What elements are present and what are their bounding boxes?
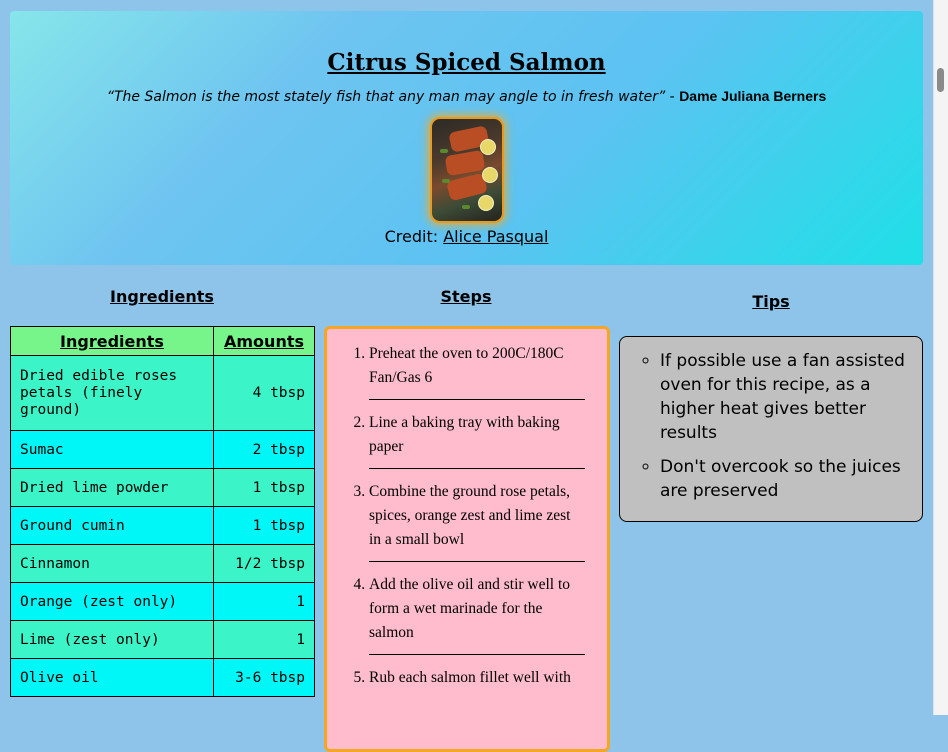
table-row: Dried lime powder 1 tbsp (10, 468, 315, 507)
ingredient-name: Lime (zest only) (10, 620, 214, 659)
ingredient-name: Dried lime powder (10, 468, 214, 507)
step-item: Combine the ground rose petals, spices, … (369, 480, 585, 552)
table-row: Ground cumin 1 tbsp (10, 506, 315, 545)
step-divider (369, 654, 585, 655)
table-row: Sumac 2 tbsp (10, 430, 315, 469)
credit-link[interactable]: Alice Pasqual (443, 227, 548, 246)
ingredient-amount: 1 (213, 582, 315, 621)
step-item: Line a baking tray with baking paper (369, 411, 585, 459)
step-divider (369, 399, 585, 400)
step-item: Add the olive oil and stir well to form … (369, 573, 585, 645)
credit-label: Credit: (384, 227, 444, 246)
tip-item: Don't overcook so the juices are preserv… (660, 455, 908, 503)
ingredient-name: Ground cumin (10, 506, 214, 545)
step-item: Rub each salmon fillet well with (369, 666, 585, 690)
quote-author: Dame Juliana Berners (679, 88, 827, 104)
step-item: Preheat the oven to 200C/180C Fan/Gas 6 (369, 342, 585, 390)
step-divider (369, 561, 585, 562)
recipe-header: Citrus Spiced Salmon “The Salmon is the … (10, 11, 923, 265)
table-row: Orange (zest only) 1 (10, 582, 315, 621)
table-header-row: Ingredients Amounts (10, 326, 315, 356)
salmon-photo (430, 117, 504, 223)
steps-list: Preheat the oven to 200C/180C Fan/Gas 6 … (327, 329, 607, 690)
recipe-title: Citrus Spiced Salmon (327, 49, 606, 76)
table-row: Cinnamon 1/2 tbsp (10, 544, 315, 583)
steps-panel: Preheat the oven to 200C/180C Fan/Gas 6 … (324, 326, 610, 752)
quote-separator: - (665, 89, 680, 105)
ingredient-name: Sumac (10, 430, 214, 469)
quote-text: “The Salmon is the most stately fish tha… (106, 89, 666, 105)
tips-list: If possible use a fan assisted oven for … (620, 337, 922, 503)
ingredient-amount: 1 tbsp (213, 468, 315, 507)
quote: “The Salmon is the most stately fish tha… (10, 88, 923, 105)
ingredient-amount: 3-6 tbsp (213, 658, 315, 697)
step-divider (369, 468, 585, 469)
ingredient-amount: 1 tbsp (213, 506, 315, 545)
tip-item: If possible use a fan assisted oven for … (660, 349, 908, 445)
amounts-column-header: Amounts (213, 326, 315, 356)
ingredient-amount: 1/2 tbsp (213, 544, 315, 583)
tips-heading: Tips (752, 292, 790, 311)
ingredient-name: Olive oil (10, 658, 214, 697)
ingredients-table: Ingredients Amounts Dried edible roses p… (10, 326, 315, 697)
ingredient-amount: 1 (213, 620, 315, 659)
scrollbar-thumb[interactable] (937, 68, 944, 92)
ingredient-amount: 2 tbsp (213, 430, 315, 469)
steps-heading: Steps (440, 287, 492, 306)
tips-panel: If possible use a fan assisted oven for … (619, 336, 923, 522)
table-row: Lime (zest only) 1 (10, 620, 315, 659)
ingredient-name: Orange (zest only) (10, 582, 214, 621)
table-row: Olive oil 3-6 tbsp (10, 658, 315, 697)
photo-credit: Credit: Alice Pasqual (10, 227, 923, 246)
table-row: Dried edible roses petals (finely ground… (10, 355, 315, 431)
ingredients-heading: Ingredients (110, 287, 214, 306)
ingredient-name: Cinnamon (10, 544, 214, 583)
ingredient-name: Dried edible roses petals (finely ground… (10, 355, 214, 431)
vertical-scrollbar[interactable] (933, 0, 948, 715)
ingredient-amount: 4 tbsp (213, 355, 315, 431)
ingredients-column-header: Ingredients (10, 326, 214, 356)
